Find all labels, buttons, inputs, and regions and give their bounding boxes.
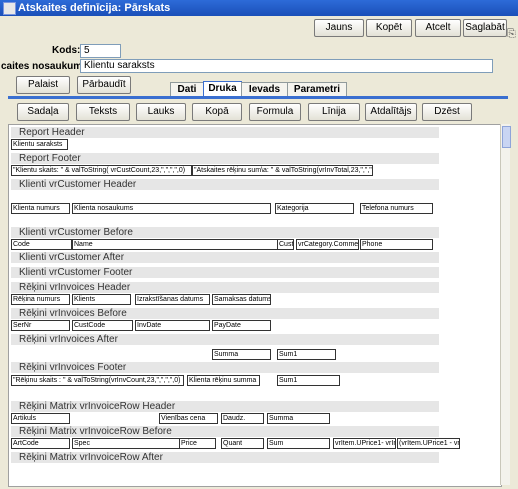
section-button[interactable]: Sadaļa <box>17 103 69 121</box>
report-element[interactable]: "Klientu skaits: " & valToString( vrCust… <box>11 165 192 176</box>
report-element[interactable]: Summa <box>267 413 330 424</box>
check-button[interactable]: Pārbaudīt <box>77 76 131 94</box>
report-element[interactable]: Rēķina numurs <box>11 294 70 305</box>
tab-data[interactable]: Dati <box>170 82 204 97</box>
line-button[interactable]: Līnija <box>308 103 360 121</box>
total-button[interactable]: Kopā <box>192 103 242 121</box>
report-element[interactable]: Klienta numurs <box>11 203 70 214</box>
report-name-field[interactable]: Klientu saraksts <box>80 59 493 73</box>
tab-underline <box>8 96 508 99</box>
new-button[interactable]: Jauns <box>314 19 364 37</box>
scrollbar-thumb[interactable] <box>502 126 511 148</box>
band-invoices-after[interactable]: Rēķini vrInvoices After <box>11 334 439 345</box>
report-element[interactable]: Klients <box>72 294 131 305</box>
report-element[interactable]: Quant <box>221 438 264 449</box>
copy-button[interactable]: Kopēt <box>366 19 412 37</box>
report-element[interactable]: CustCat <box>277 239 294 250</box>
report-element[interactable]: vrCategory.Comment <box>296 239 359 250</box>
band-customer-header[interactable]: Klienti vrCustomer Header <box>11 179 439 190</box>
report-element[interactable]: Sum1 <box>277 375 340 386</box>
text-button[interactable]: Teksts <box>76 103 130 121</box>
tab-intro[interactable]: Ievads <box>241 82 288 97</box>
report-element[interactable]: Name <box>72 239 279 250</box>
report-element[interactable]: Daudz. <box>221 413 264 424</box>
paperclip-icon[interactable]: ⎘ <box>507 28 516 41</box>
vertical-scrollbar[interactable] <box>500 124 511 485</box>
report-element[interactable]: (vrItem.UPrice1 - vrInvoiceRow.Price) <box>397 438 460 449</box>
band-report-header[interactable]: Report Header <box>11 127 439 138</box>
report-element[interactable]: "Atskaites rēķinu sum\a: " & valToString… <box>192 165 373 176</box>
report-element[interactable]: Summa <box>212 349 271 360</box>
title-bar: Atskaites definīcija: Pārskats <box>0 0 518 16</box>
field-button[interactable]: Lauks <box>136 103 186 121</box>
report-element[interactable]: CustCode <box>72 320 133 331</box>
report-element[interactable]: ArtCode <box>11 438 70 449</box>
band-customer-before[interactable]: Klienti vrCustomer Before <box>11 227 439 238</box>
report-element[interactable]: Klienta nosaukums <box>72 203 271 214</box>
report-element[interactable]: Telefona numurs <box>360 203 433 214</box>
tab-parameters[interactable]: Parametri <box>287 82 347 97</box>
report-element[interactable]: Phone <box>360 239 433 250</box>
code-label: Kods: <box>52 45 81 56</box>
delete-button[interactable]: Dzēst <box>422 103 472 121</box>
band-invoices-footer[interactable]: Rēķini vrInvoices Footer <box>11 362 439 373</box>
band-invoicerow-before[interactable]: Rēķini Matrix vrInvoiceRow Before <box>11 426 439 437</box>
band-invoices-header[interactable]: Rēķini vrInvoices Header <box>11 282 439 293</box>
band-invoicerow-after[interactable]: Rēķini Matrix vrInvoiceRow After <box>11 452 439 463</box>
run-button[interactable]: Palaist <box>16 76 70 94</box>
report-design-canvas[interactable]: Report Header Klientu saraksts Report Fo… <box>8 124 502 487</box>
report-element[interactable]: Sum <box>267 438 330 449</box>
band-invoicerow-header[interactable]: Rēķini Matrix vrInvoiceRow Header <box>11 401 439 412</box>
band-customer-after[interactable]: Klienti vrCustomer After <box>11 252 439 263</box>
report-element[interactable]: Sum1 <box>277 349 336 360</box>
cancel-button[interactable]: Atcelt <box>415 19 461 37</box>
save-button[interactable]: Saglabāt <box>463 19 507 37</box>
report-element[interactable]: "Rēķinu skaits : " & valToString(vrInvCo… <box>11 375 184 386</box>
report-element[interactable]: Kategorija <box>275 203 354 214</box>
report-element[interactable]: Izrakstīšanas datums <box>135 294 210 305</box>
band-customer-footer[interactable]: Klienti vrCustomer Footer <box>11 267 439 278</box>
report-element[interactable]: Artikuls <box>11 413 70 424</box>
window-title: Atskaites definīcija: Pārskats <box>18 2 171 14</box>
report-element[interactable]: PayDate <box>212 320 271 331</box>
band-report-footer[interactable]: Report Footer <box>11 153 439 164</box>
report-element[interactable]: Vienības cena <box>159 413 218 424</box>
formula-button[interactable]: Formula <box>249 103 301 121</box>
separator-button[interactable]: Atdalītājs <box>365 103 417 121</box>
report-element[interactable]: Code <box>11 239 72 250</box>
report-name-label: caites nosaukums: <box>1 61 92 72</box>
report-element[interactable]: Klienta rēķinu summa <box>187 375 260 386</box>
code-field[interactable]: 5 <box>80 44 121 58</box>
report-element[interactable]: Samaksas datums <box>212 294 271 305</box>
report-element[interactable]: Price <box>179 438 216 449</box>
report-element[interactable]: vrItem.UPrice1- vrInvoiceRow.Price <box>333 438 396 449</box>
report-element[interactable]: InvDate <box>135 320 210 331</box>
tab-print[interactable]: Druka <box>203 81 242 97</box>
band-invoices-before[interactable]: Rēķini vrInvoices Before <box>11 308 439 319</box>
report-element[interactable]: Klientu saraksts <box>11 139 68 150</box>
report-element[interactable]: SerNr <box>11 320 70 331</box>
app-icon <box>3 2 16 15</box>
